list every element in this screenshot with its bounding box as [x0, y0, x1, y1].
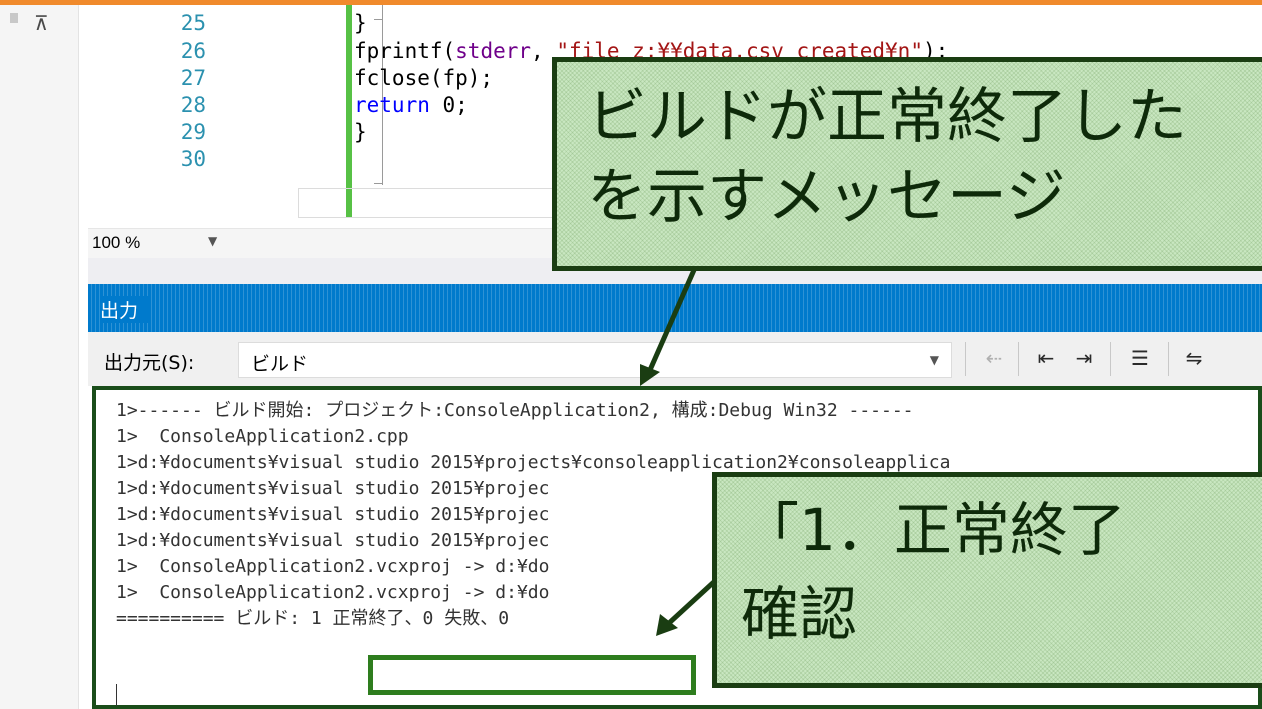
output-line: 1>------ ビルド開始: プロジェクト:ConsoleApplicatio…	[116, 400, 914, 421]
code-token: }	[354, 11, 367, 35]
toolbar-separator	[1110, 342, 1111, 376]
output-line: 1> ConsoleApplication2.vcxproj -> d:¥do	[116, 582, 550, 603]
callout-text: ビルドが正常終了した	[587, 82, 1187, 152]
line-number: 30	[180, 147, 206, 171]
previous-message-icon[interactable]: ⇤	[1034, 344, 1058, 372]
toolbar-separator	[1018, 342, 1019, 376]
callout-text: 確認	[741, 580, 858, 648]
output-line: 1>d:¥documents¥visual studio 2015¥projec	[116, 478, 550, 499]
code-line[interactable]: 25}	[88, 11, 1262, 35]
line-number: 26	[180, 39, 206, 63]
output-panel-header: 出力	[88, 284, 1262, 332]
toolbar-separator	[1168, 342, 1169, 376]
callout-text: を示すメッセージ	[587, 162, 1066, 232]
code-token: stderr	[455, 39, 532, 63]
output-source-select[interactable]: ビルド ▼	[238, 342, 952, 378]
output-line: 1> ConsoleApplication2.cpp	[116, 426, 409, 447]
code-text: }	[354, 11, 367, 35]
line-number: 27	[180, 66, 206, 90]
line-number: 25	[180, 11, 206, 35]
output-line: 1>d:¥documents¥visual studio 2015¥projec	[116, 504, 550, 525]
clear-all-icon[interactable]: ☰	[1128, 344, 1152, 372]
outline-tick	[374, 19, 382, 20]
find-message-icon[interactable]: ⇠	[982, 344, 1006, 372]
build-success-callout: ビルドが正常終了した を示すメッセージ	[552, 57, 1262, 271]
vertical-tab-icon[interactable]: ⊼	[34, 11, 49, 35]
code-token: return	[354, 93, 430, 117]
line-number: 29	[180, 120, 206, 144]
code-token: fprintf(	[354, 39, 456, 63]
output-source-label: 出力元(S):	[104, 352, 195, 374]
line-number: 28	[180, 93, 206, 117]
success-count-highlight	[368, 655, 696, 695]
code-token: 0;	[429, 93, 468, 117]
chevron-down-icon[interactable]: ▼	[930, 353, 939, 367]
output-panel-title: 出力	[100, 296, 151, 323]
output-toolbar: 出力元(S): ビルド ▼ ⇠ ⇤ ⇥ ☰ ⇋	[88, 332, 1262, 386]
output-line: 1>d:¥documents¥visual studio 2015¥projec	[116, 530, 550, 551]
confirm-success-callout: 「1．正常終了 確認	[712, 472, 1262, 688]
text-cursor	[116, 684, 117, 706]
toolbar-separator	[965, 342, 966, 376]
zoom-level[interactable]: 100 %	[92, 233, 140, 253]
output-line: 1> ConsoleApplication2.vcxproj -> d:¥do	[116, 556, 550, 577]
zoom-dropdown-icon[interactable]: ▼	[208, 234, 217, 248]
output-line: ========== ビルド: 1 正常終了、0 失敗、0	[116, 608, 510, 629]
code-text: return 0;	[354, 93, 468, 117]
code-token: }	[354, 120, 367, 144]
code-token: fclose(fp);	[354, 66, 494, 90]
output-source-value: ビルド	[251, 353, 309, 375]
left-tool-strip: ⊼	[0, 5, 79, 709]
callout-text: 「1．正常終了	[741, 496, 1126, 564]
code-text: fclose(fp);	[354, 66, 493, 90]
collapse-marker-icon[interactable]	[10, 13, 18, 23]
next-message-icon[interactable]: ⇥	[1072, 344, 1096, 372]
word-wrap-icon[interactable]: ⇋	[1182, 344, 1206, 372]
code-text: }	[354, 120, 367, 144]
outline-tick	[374, 183, 382, 184]
